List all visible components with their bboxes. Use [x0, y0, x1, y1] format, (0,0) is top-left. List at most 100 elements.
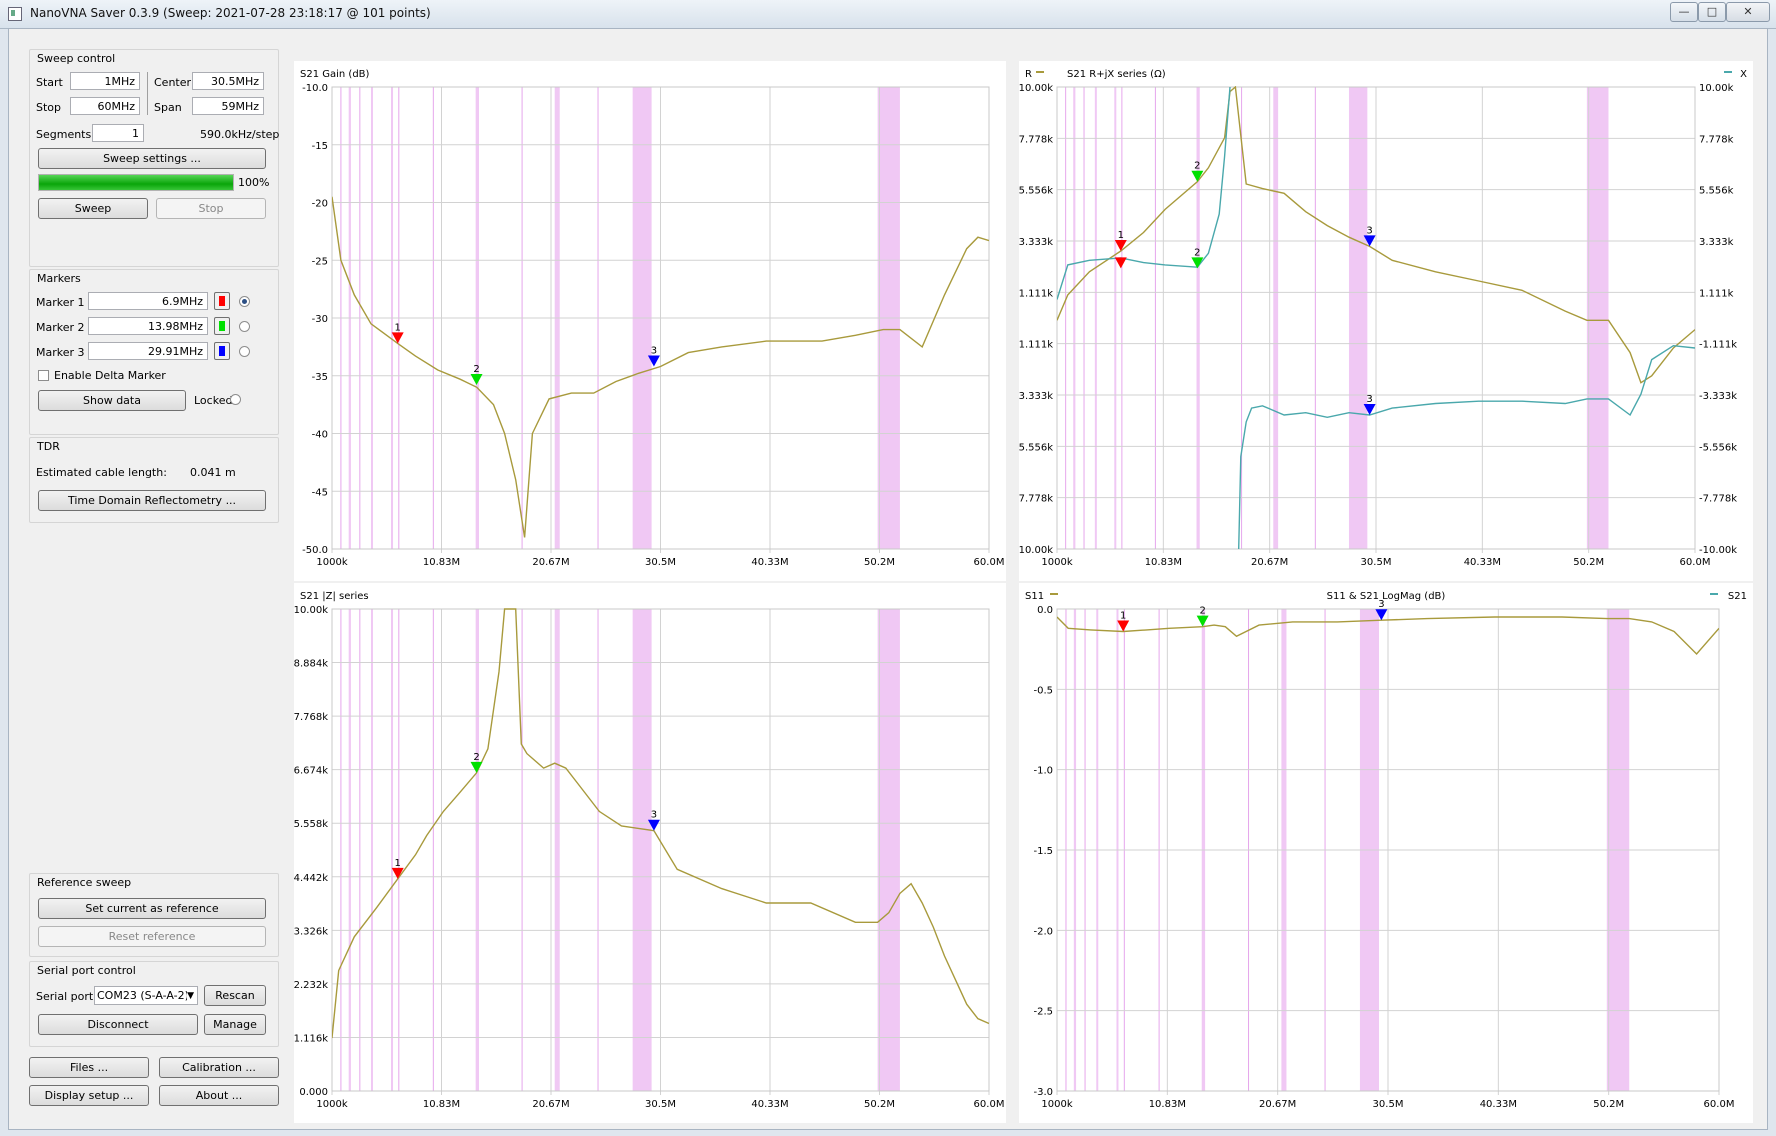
serial-port-select[interactable]: COM23 (S-A-A-2) ▼	[94, 986, 198, 1005]
x-tick-label: 10.83M	[1145, 557, 1182, 568]
marker-1-label: 1	[1118, 230, 1124, 241]
ham-band	[554, 609, 560, 1091]
marker-1-frequency-input[interactable]: 6.9MHz	[88, 292, 208, 310]
span-input[interactable]: 59MHz	[192, 97, 264, 115]
y-tick-label: 5.556k	[1019, 186, 1053, 197]
y-tick-label: 4.442k	[294, 873, 328, 884]
files-button[interactable]: Files ...	[29, 1057, 149, 1078]
marker-2-radio[interactable]	[239, 321, 250, 332]
ham-band	[1196, 87, 1200, 549]
marker-2-label: Marker 2	[36, 321, 85, 334]
chart-title: S21 R+jX series (Ω)	[1067, 69, 1166, 80]
y-tick-label: 0.0	[1037, 605, 1053, 616]
stop-input[interactable]: 60MHz	[70, 97, 140, 115]
marker-2-label: 2	[1194, 247, 1200, 258]
y-tick-label: 3.326k	[294, 926, 328, 937]
x-tick-label: 1000k	[316, 557, 347, 568]
x-tick-label: 50.2M	[864, 1099, 895, 1110]
x-tick-label: 40.33M	[751, 557, 788, 568]
ham-band	[1073, 87, 1076, 549]
marker-3-radio[interactable]	[239, 346, 250, 357]
y-tick-label: -1.5	[1033, 846, 1053, 857]
x-tick-label: 1000k	[316, 1099, 347, 1110]
marker-1-triangle	[1117, 620, 1130, 632]
locked-label: Locked	[194, 394, 233, 407]
sweep-settings-button[interactable]: Sweep settings ...	[38, 148, 266, 169]
set-reference-button[interactable]: Set current as reference	[38, 898, 266, 919]
display-setup-button[interactable]: Display setup ...	[29, 1085, 149, 1106]
y-tick-label: -40	[312, 430, 328, 441]
start-input[interactable]: 1MHz	[70, 72, 140, 90]
manage-button[interactable]: Manage	[204, 1014, 266, 1035]
marker-3-frequency-input[interactable]: 29.91MHz	[88, 342, 208, 360]
marker-3-color-button[interactable]	[214, 342, 230, 360]
reference-sweep-title: Reference sweep	[37, 876, 132, 889]
cable-length-label: Estimated cable length:	[36, 466, 167, 479]
y-tick-label: -2.5	[1033, 1007, 1053, 1018]
y-tick-label: -1.0	[1033, 766, 1053, 777]
rescan-button[interactable]: Rescan	[204, 985, 266, 1006]
start-label: Start	[36, 76, 63, 89]
disconnect-button[interactable]: Disconnect	[38, 1014, 198, 1035]
y-tick-label: 3.333k	[1019, 237, 1053, 248]
s21-gain-chart[interactable]: -10.0 -15 -20 -25 -30 -35 -40 -45 -50.0 1000k 10.8…	[294, 61, 1006, 581]
marker-2-frequency-input[interactable]: 13.98MHz	[88, 317, 208, 335]
sweep-progress-bar	[38, 174, 234, 191]
marker-2-label: 2	[473, 752, 479, 763]
marker-1-color-button[interactable]	[214, 292, 230, 310]
marker-2-color-button[interactable]	[214, 317, 230, 335]
locked-toggle[interactable]	[230, 394, 241, 405]
y-tick-label: -7.778k	[1019, 494, 1053, 505]
s21-rjx-chart[interactable]: 10.00k 10.00k 7.778k 7.778k 5.556k 5.556k 3.33…	[1019, 61, 1753, 581]
marker-3-label: 3	[651, 810, 657, 821]
sweep-button[interactable]: Sweep	[38, 198, 148, 219]
calibration-button[interactable]: Calibration ...	[159, 1057, 279, 1078]
y-tick-label: 0.000	[299, 1087, 328, 1098]
ham-band	[632, 609, 652, 1091]
maximize-button[interactable]: □	[1698, 2, 1726, 22]
stop-button[interactable]: Stop	[156, 198, 266, 219]
sweep-control-title: Sweep control	[37, 52, 116, 65]
y-tick-label: 2.232k	[294, 980, 328, 991]
y-tick-label: 5.558k	[294, 819, 328, 830]
serial-port-group: Serial port control Serial port COM23 (S…	[29, 961, 279, 1047]
ham-band	[1114, 87, 1117, 549]
main-window: Sweep control Start 1MHz Stop 60MHz Cent…	[8, 28, 1768, 1130]
y-tick-label: 6.674k	[294, 766, 328, 777]
x-tick-label: 60.0M	[1704, 1099, 1735, 1110]
segments-label: Segments	[36, 128, 92, 141]
show-data-button[interactable]: Show data	[38, 390, 186, 411]
reset-reference-button[interactable]: Reset reference	[38, 926, 266, 947]
minimize-button[interactable]: —	[1670, 2, 1698, 22]
progress-text: 100%	[238, 176, 270, 189]
y-tick-label: -10.0	[302, 83, 328, 94]
center-input[interactable]: 30.5MHz	[192, 72, 264, 90]
legend-series-2: X	[1740, 69, 1747, 80]
span-label: Span	[154, 101, 182, 114]
s21-z-chart[interactable]: 10.00k 8.884k 7.768k 6.674k 5.558k 4.442k 3.32…	[294, 583, 1006, 1123]
stop-label: Stop	[36, 101, 62, 114]
close-button[interactable]: ✕	[1726, 2, 1770, 22]
marker-1-color-swatch	[219, 296, 225, 306]
marker-3-label: 3	[1378, 599, 1384, 610]
marker-3-label: 3	[1366, 394, 1372, 405]
s11-s21-logmag-chart[interactable]: 0.0 -0.5 -1.0 -1.5 -2.0 -2.5 -3.0 1000k 10.83M 20…	[1019, 583, 1753, 1123]
delta-marker-checkbox[interactable]	[38, 370, 49, 381]
about-button[interactable]: About ...	[159, 1085, 279, 1106]
legend-series-1: R	[1025, 69, 1032, 80]
marker-3-color-swatch	[219, 346, 225, 356]
x-tick-label: 10.83M	[423, 1099, 460, 1110]
ham-band	[1094, 87, 1097, 549]
segments-input[interactable]: 1	[92, 124, 144, 142]
ham-band	[1586, 87, 1609, 549]
tdr-group: TDR Estimated cable length: 0.041 m Time…	[29, 437, 279, 523]
x-tick-label: 20.67M	[1251, 557, 1288, 568]
ham-band	[1348, 87, 1368, 549]
marker-2-triangle	[1196, 615, 1209, 627]
tdr-button[interactable]: Time Domain Reflectometry ...	[38, 490, 266, 511]
cable-length-value: 0.041 m	[190, 466, 236, 479]
x-tick-label: 50.2M	[864, 557, 895, 568]
marker-1-radio[interactable]	[239, 296, 250, 307]
chart-title: S21 |Z| series	[300, 591, 369, 602]
y-tick-label: -3.333k	[1019, 391, 1053, 402]
